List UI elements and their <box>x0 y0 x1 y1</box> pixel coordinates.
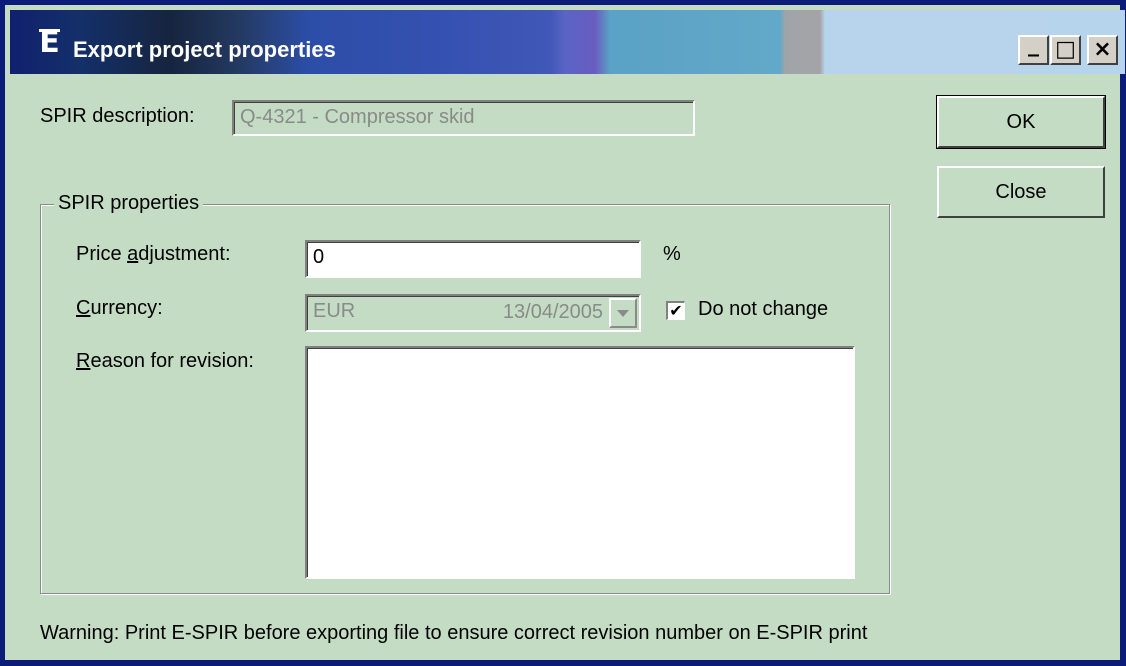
do-not-change-label: Do not change <box>698 298 829 320</box>
price-adjustment-label: Price adjustment: <box>76 243 231 265</box>
currency-code: EUR <box>313 300 356 322</box>
close-window-button[interactable]: × <box>1087 35 1118 65</box>
do-not-change-checkbox[interactable]: ✔ <box>666 301 685 320</box>
close-icon: × <box>1093 37 1112 62</box>
currency-select: EUR 13/04/2005 <box>305 294 641 332</box>
title-bar[interactable]: E Export project properties _ □ × <box>10 10 1125 74</box>
spir-properties-title: SPIR properties <box>54 192 204 215</box>
percent-unit-label: % <box>663 243 681 265</box>
spir-description-label: SPIR description: <box>40 105 195 127</box>
window-title: Export project properties <box>73 37 336 62</box>
minimize-icon: _ <box>1028 32 1039 57</box>
currency-label: Currency: <box>76 297 163 319</box>
app-icon[interactable]: E <box>39 27 60 61</box>
maximize-button[interactable]: □ <box>1050 35 1081 65</box>
maximize-icon: □ <box>1055 37 1076 62</box>
minimize-button[interactable]: _ <box>1018 32 1049 65</box>
price-adjustment-input[interactable]: 0 <box>305 240 641 278</box>
ok-button[interactable]: OK <box>936 95 1106 149</box>
warning-text: Warning: Print E-SPIR before exporting f… <box>40 622 868 644</box>
spir-description-field: Q-4321 - Compressor skid <box>232 100 695 136</box>
close-button[interactable]: Close <box>937 166 1105 218</box>
reason-for-revision-label: Reason for revision: <box>76 350 254 372</box>
chevron-down-icon <box>609 298 637 328</box>
currency-date: 13/04/2005 <box>502 301 603 323</box>
reason-for-revision-textarea[interactable] <box>305 346 855 579</box>
